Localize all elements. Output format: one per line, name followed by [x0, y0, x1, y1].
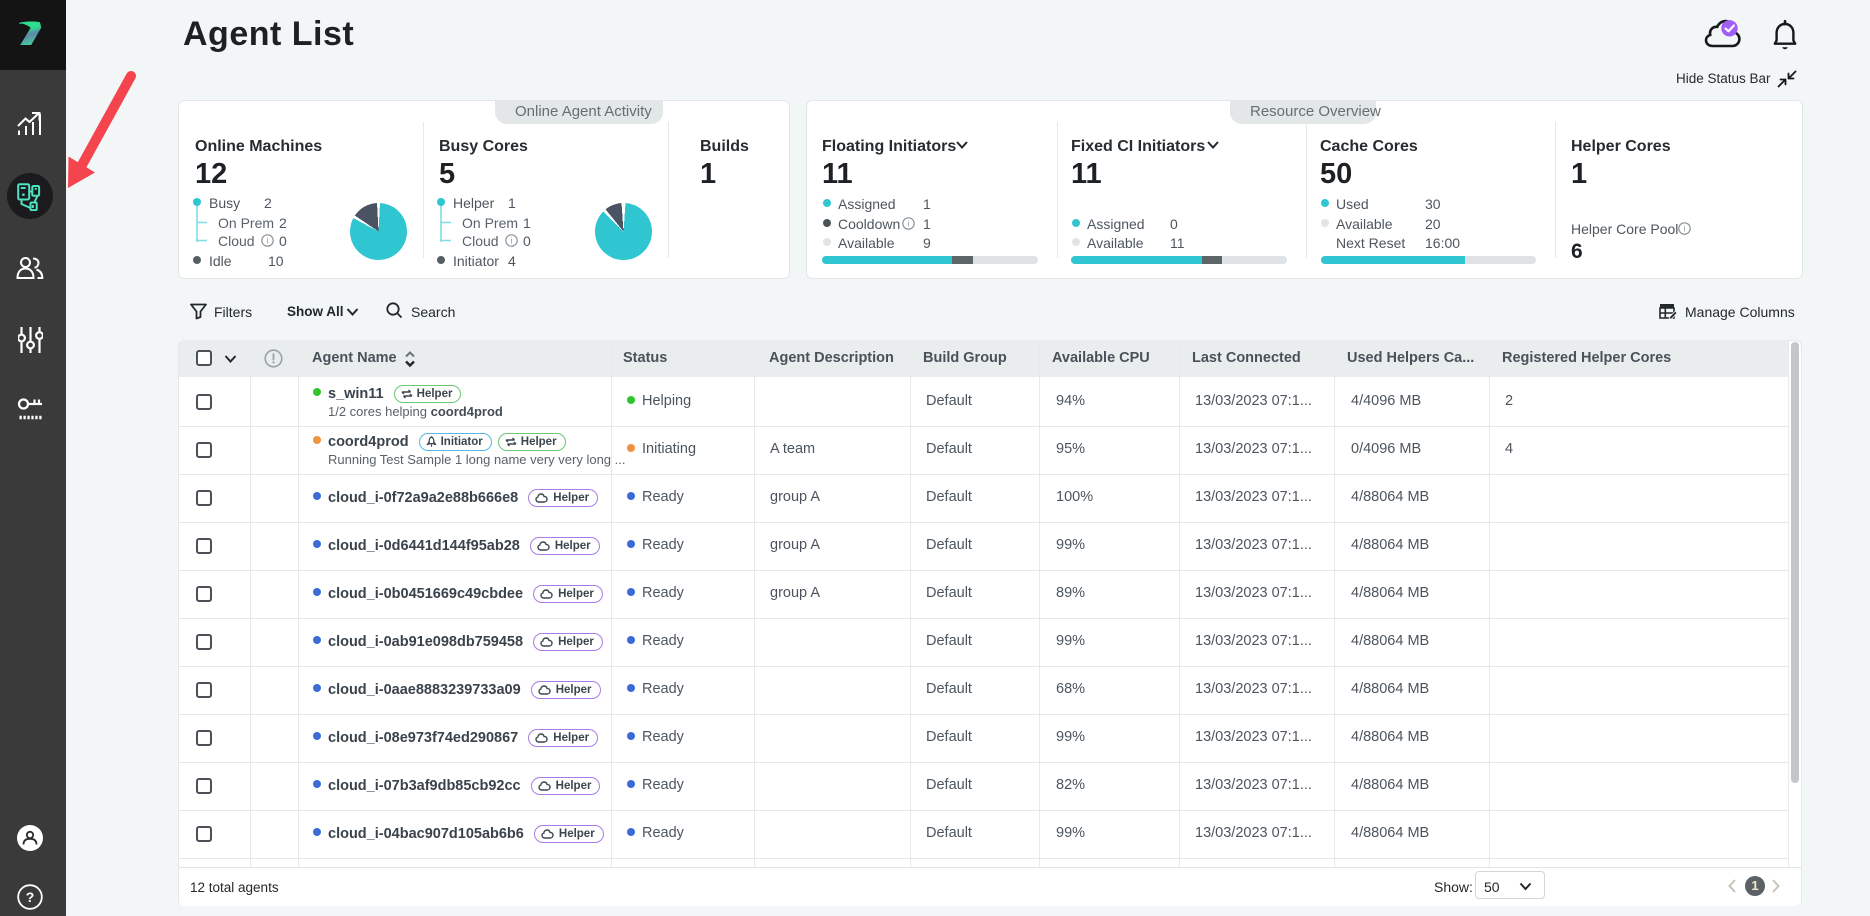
svg-text:i: i: [1684, 225, 1686, 234]
svg-text:i: i: [908, 220, 910, 229]
svg-text:i: i: [267, 237, 269, 246]
svg-text:i: i: [511, 237, 513, 246]
svg-text:?: ?: [26, 889, 35, 905]
